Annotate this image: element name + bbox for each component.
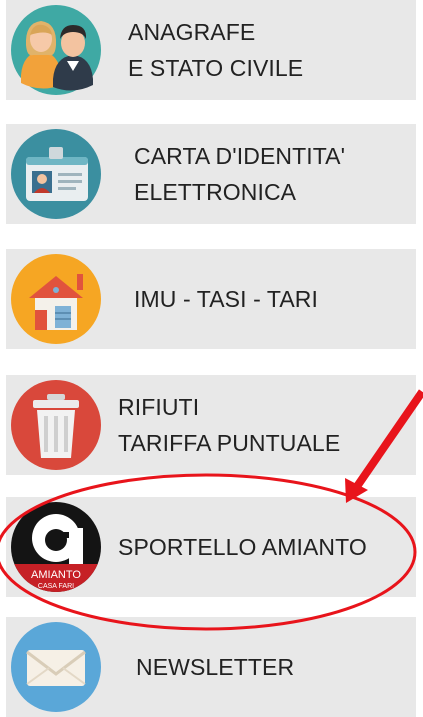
menu-item-label: RIFIUTI TARIFFA PUNTUALE xyxy=(118,375,340,475)
menu-item-label: ANAGRAFE E STATO CIVILE xyxy=(128,0,303,100)
label-line: SPORTELLO AMIANTO xyxy=(118,534,367,560)
id-card-icon xyxy=(11,129,101,219)
label-line: RIFIUTI xyxy=(118,394,200,420)
menu-item-label: NEWSLETTER xyxy=(136,617,294,717)
people-icon xyxy=(11,5,101,95)
label-line: ELETTRONICA xyxy=(134,179,297,205)
label-line: E STATO CIVILE xyxy=(128,55,304,81)
label-line: NEWSLETTER xyxy=(136,654,295,680)
label-line: IMU - TASI - TARI xyxy=(134,286,319,312)
label-line: ANAGRAFE xyxy=(128,19,256,45)
amianto-logo-icon: AMIANTO CASA FARI xyxy=(11,502,101,592)
menu-item-anagrafe[interactable]: ANAGRAFE E STATO CIVILE xyxy=(6,0,416,100)
label-line: TARIFFA PUNTUALE xyxy=(118,430,341,456)
menu-item-label: CARTA D'IDENTITA' ELETTRONICA xyxy=(134,124,345,224)
menu-item-label: IMU - TASI - TARI xyxy=(134,249,318,349)
menu-item-newsletter[interactable]: NEWSLETTER xyxy=(6,617,416,717)
envelope-icon xyxy=(11,622,101,712)
menu-item-label: SPORTELLO AMIANTO xyxy=(118,497,367,597)
menu-item-sportello-amianto[interactable]: AMIANTO CASA FARI SPORTELLO AMIANTO xyxy=(6,497,416,597)
trash-bin-icon xyxy=(11,380,101,470)
menu-item-imu-tasi-tari[interactable]: IMU - TASI - TARI xyxy=(6,249,416,349)
menu-item-carta-identita[interactable]: CARTA D'IDENTITA' ELETTRONICA xyxy=(6,124,416,224)
label-line: CARTA D'IDENTITA' xyxy=(134,143,346,169)
highlight-annotation xyxy=(0,389,423,631)
house-icon xyxy=(11,254,101,344)
menu-item-rifiuti[interactable]: RIFIUTI TARIFFA PUNTUALE xyxy=(6,375,416,475)
svg-text:CASA FARI: CASA FARI xyxy=(38,583,74,590)
svg-text:AMIANTO: AMIANTO xyxy=(31,569,81,581)
